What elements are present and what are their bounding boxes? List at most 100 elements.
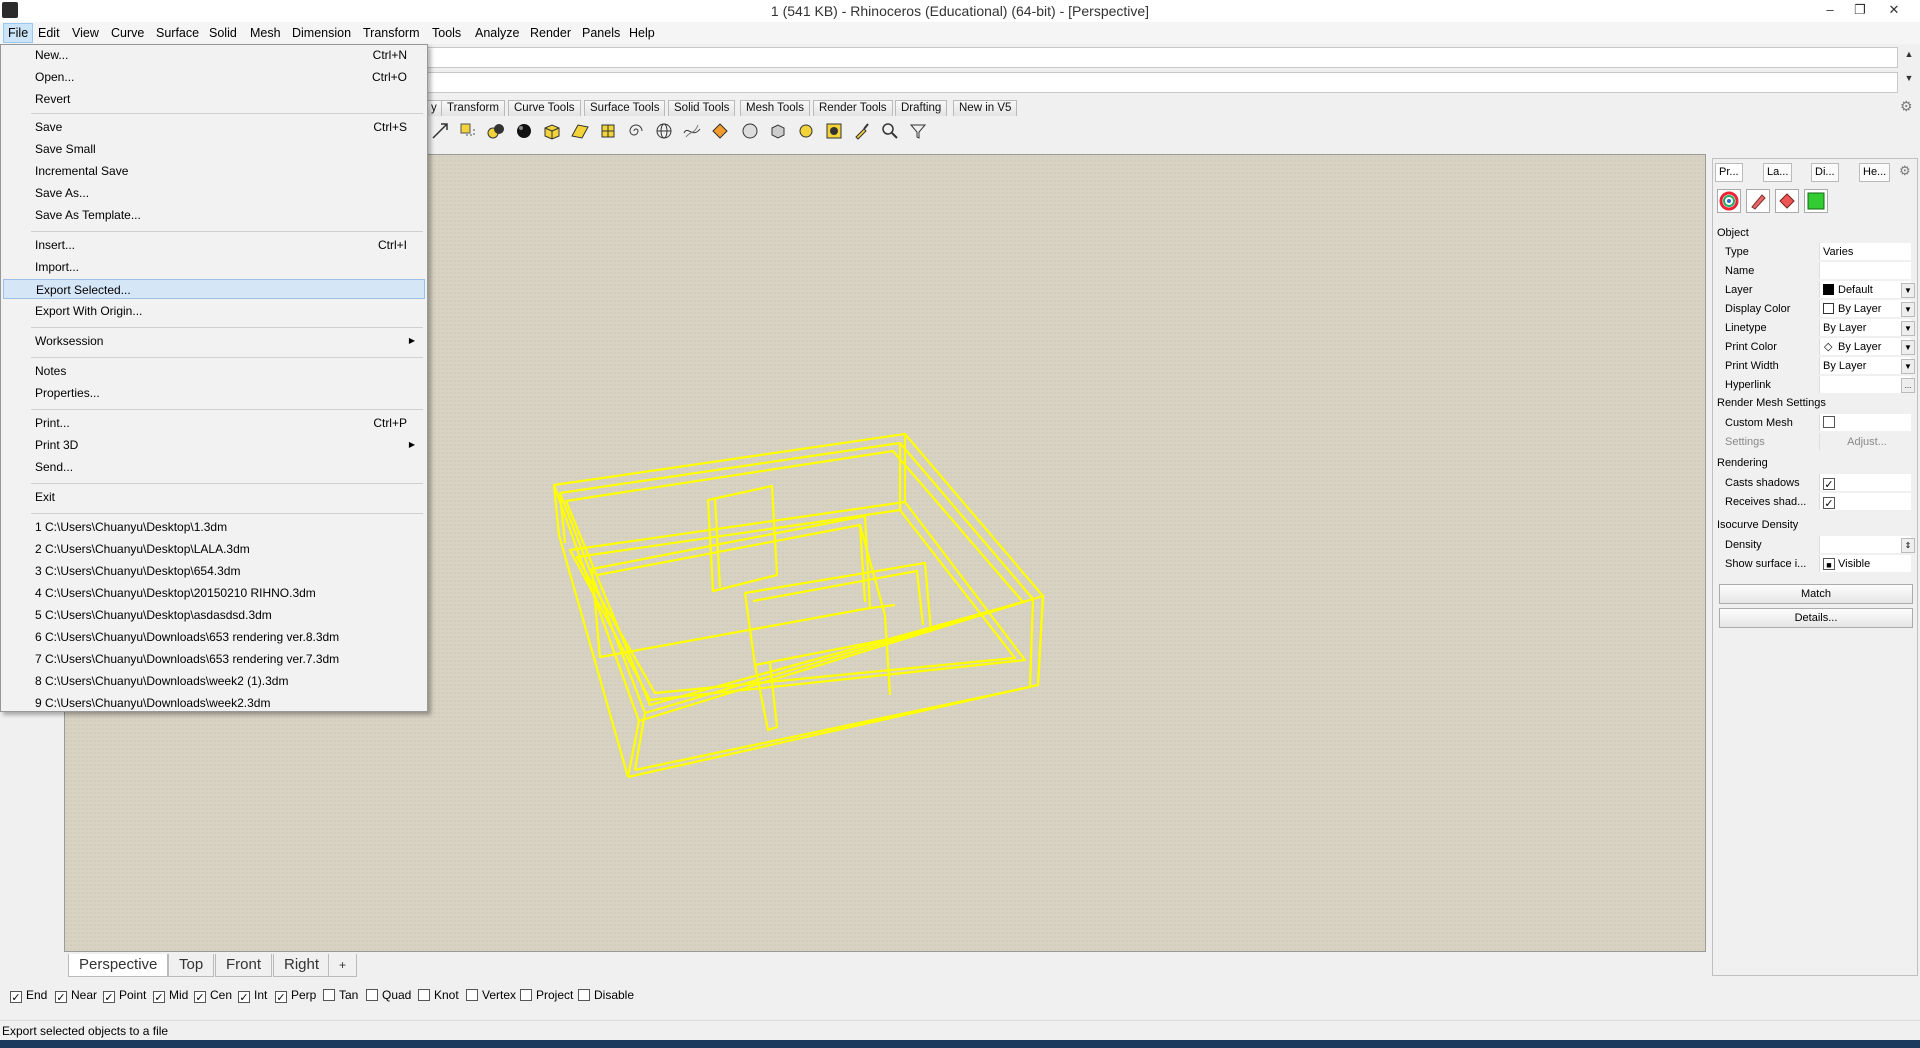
menu-print-3d[interactable]: Print 3D ▶ [3,435,425,455]
add-viewport-tab[interactable]: + [328,954,358,977]
tab-right[interactable]: Right [273,954,331,977]
menu-print[interactable]: Print... Ctrl+P [3,413,425,433]
panel-gear-icon[interactable]: ⚙ [1899,163,1911,179]
menu-render[interactable]: Render [526,24,575,42]
menu-import[interactable]: Import... [3,257,425,277]
custom-mesh-checkbox[interactable] [1823,416,1835,428]
menu-properties[interactable]: Properties... [3,383,425,403]
casts-shadows-checkbox[interactable]: ✓ [1823,478,1835,491]
object-properties-icon[interactable] [1717,189,1741,213]
menu-export-with-origin[interactable]: Export With Origin... [3,301,425,321]
cube-icon[interactable] [768,121,788,141]
spiral-icon[interactable] [626,121,646,141]
prop-print-width[interactable]: Print Width By Layer ▼ [1721,357,1915,375]
tab-surface-tools[interactable]: Surface Tools [584,100,666,116]
tab-layers[interactable]: La... [1763,163,1793,182]
chevron-down-icon[interactable]: ▼ [1901,340,1915,355]
tab-solid-tools[interactable]: Solid Tools [668,100,736,116]
menu-insert[interactable]: Insert... Ctrl+I [3,235,425,255]
recent-file-5[interactable]: 5 C:\Users\Chuanyu\Desktop\asdasdsd.3dm [3,605,425,625]
surface-icon[interactable] [570,121,590,141]
visible-checkbox[interactable]: ■ [1823,558,1835,570]
menu-send[interactable]: Send... [3,457,425,477]
menu-surface[interactable]: Surface [152,24,203,42]
close-button[interactable]: ✕ [1880,0,1908,20]
prop-layer[interactable]: Layer Default ▼ [1721,281,1915,299]
menu-file[interactable]: File [3,23,34,43]
match-button[interactable]: Match [1719,584,1913,604]
sphere-icon[interactable] [514,121,534,141]
recent-file-4[interactable]: 4 C:\Users\Chuanyu\Desktop\20150210 RIHN… [3,583,425,603]
menu-exit[interactable]: Exit [3,487,425,507]
menu-analyze[interactable]: Analyze [471,24,523,42]
recent-file-7[interactable]: 7 C:\Users\Chuanyu\Downloads\653 renderi… [3,649,425,669]
osnap-disable[interactable]: Disable [578,987,634,1003]
tab-drafting[interactable]: Drafting [895,100,948,116]
recent-file-9[interactable]: 9 C:\Users\Chuanyu\Downloads\week2.3dm [3,693,425,713]
chevron-down-icon[interactable]: ▼ [1901,321,1915,336]
zoom-icon[interactable] [880,121,900,141]
details-button[interactable]: Details... [1719,608,1913,628]
tab-perspective[interactable]: Perspective [68,954,169,977]
tab-transform[interactable]: Transform [441,100,505,116]
minimize-button[interactable]: – [1816,0,1844,20]
osnap-quad[interactable]: Quad [366,987,411,1003]
menu-mesh[interactable]: Mesh [246,24,285,42]
decal-icon[interactable] [1775,189,1799,213]
osnap-point[interactable]: ✓ Point [103,987,146,1004]
restore-button[interactable]: ❐ [1846,0,1874,20]
recent-file-1[interactable]: 1 C:\Users\Chuanyu\Desktop\1.3dm [3,517,425,537]
menu-panels[interactable]: Panels [578,24,624,42]
menu-save-as-template[interactable]: Save As Template... [3,205,425,225]
sun-icon[interactable] [796,121,816,141]
tab-mesh-tools[interactable]: Mesh Tools [740,100,810,116]
menu-export-selected[interactable]: Export Selected... [3,279,425,299]
prop-linetype[interactable]: Linetype By Layer ▼ [1721,319,1915,337]
tab-top[interactable]: Top [168,954,215,977]
scroll-up-icon[interactable]: ▲ [1902,48,1916,60]
menu-transform[interactable]: Transform [359,24,424,42]
recent-file-2[interactable]: 2 C:\Users\Chuanyu\Desktop\LALA.3dm [3,539,425,559]
menu-view[interactable]: View [68,24,103,42]
recent-file-6[interactable]: 6 C:\Users\Chuanyu\Downloads\653 renderi… [3,627,425,647]
osnap-end[interactable]: ✓ End [10,987,47,1004]
material-icon[interactable] [824,121,844,141]
menu-save-as[interactable]: Save As... [3,183,425,203]
menu-worksession[interactable]: Worksession ▶ [3,331,425,351]
tab-help[interactable]: He... [1859,163,1891,182]
prop-receives-shadows[interactable]: Receives shad... ✓ [1721,493,1913,511]
tab-new-in-v5[interactable]: New in V5 [953,100,1018,116]
menu-notes[interactable]: Notes [3,361,425,381]
menu-new[interactable]: New... Ctrl+N [3,45,425,65]
menu-help[interactable]: Help [625,24,659,42]
osnap-knot[interactable]: Knot [418,987,459,1003]
menu-curve[interactable]: Curve [107,24,148,42]
menu-open[interactable]: Open... Ctrl+O [3,67,425,87]
osnap-cen[interactable]: ✓ Cen [194,987,232,1004]
menu-save-small[interactable]: Save Small [3,139,425,159]
curve-network-icon[interactable] [682,121,702,141]
extrude-icon[interactable] [598,121,618,141]
scroll-down-icon[interactable]: ▼ [1902,72,1916,84]
receives-shadows-checkbox[interactable]: ✓ [1823,497,1835,510]
render-icon[interactable] [710,121,730,141]
gear-icon[interactable]: ⚙ [1900,98,1913,115]
prop-show-surface-isocurves[interactable]: Show surface i... ■ Visible [1721,555,1913,573]
mesh-sphere-icon[interactable] [654,121,674,141]
material-icon[interactable] [1746,189,1770,213]
filter-icon[interactable] [908,121,928,141]
osnap-project[interactable]: Project [520,987,573,1003]
chevron-down-icon[interactable]: ▼ [1901,302,1915,317]
prop-casts-shadows[interactable]: Casts shadows ✓ [1721,474,1913,492]
recent-file-8[interactable]: 8 C:\Users\Chuanyu\Downloads\week2 (1).3… [3,671,425,691]
menu-revert[interactable]: Revert [3,89,425,109]
osnap-near[interactable]: ✓ Near [55,987,97,1004]
osnap-vertex[interactable]: Vertex [466,987,516,1003]
prop-density[interactable]: Density ⇕ [1721,536,1915,554]
osnap-tan[interactable]: Tan [323,987,358,1003]
chevron-down-icon[interactable]: ▼ [1901,359,1915,374]
prop-display-color[interactable]: Display Color By Layer ▼ [1721,300,1915,318]
tab-display[interactable]: Di... [1811,163,1839,182]
prop-custom-mesh[interactable]: Custom Mesh [1721,414,1913,432]
circle-icon[interactable] [740,121,760,141]
